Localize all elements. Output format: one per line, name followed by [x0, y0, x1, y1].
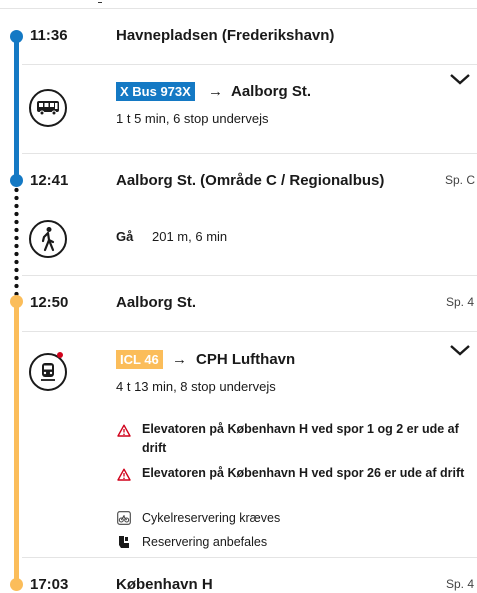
divider: [22, 64, 477, 65]
walk-timeline-dots: [14, 186, 19, 298]
bus-timeline-line: [14, 36, 19, 180]
route-arrow: →: [172, 351, 187, 368]
info-text: Reservering anbefales: [142, 535, 268, 549]
train-destination: CPH Lufthavn: [196, 351, 296, 368]
bicycle-icon: [117, 511, 131, 525]
divider: [22, 331, 477, 332]
train-timeline-line: [14, 300, 19, 583]
seat-reservation-icon: [118, 535, 130, 549]
warning-icon: [117, 468, 131, 481]
top-divider: [0, 8, 477, 9]
stop-dot: [10, 578, 23, 591]
platform-label: Sp. 4: [446, 295, 475, 309]
bus-trip-details: 1 t 5 min, 6 stop undervejs: [116, 111, 269, 126]
chevron-down-icon[interactable]: [449, 342, 471, 358]
bus-line-badge: X Bus 973X: [116, 82, 195, 101]
walk-details: 201 m, 6 min: [152, 229, 228, 244]
train-line-badge: ICL 46: [116, 350, 163, 369]
disruption-indicator: [57, 352, 63, 358]
bus-icon: [29, 89, 67, 127]
warning-icon: [117, 424, 131, 437]
platform-label: Sp. C: [445, 173, 476, 187]
stop-name[interactable]: København H: [116, 576, 213, 593]
stop-name[interactable]: Aalborg St. (Område C / Regionalbus): [116, 172, 384, 189]
departure-time: 12:50: [30, 294, 69, 311]
stop-name[interactable]: Aalborg St.: [116, 294, 196, 311]
service-notice[interactable]: Elevatoren på København H ved spor 26 er…: [142, 464, 472, 483]
train-icon: [29, 353, 67, 391]
platform-label: Sp. 4: [446, 577, 475, 591]
stop-name[interactable]: Havnepladsen (Frederikshavn): [116, 27, 334, 44]
chevron-down-icon[interactable]: [449, 71, 471, 87]
walking-person-icon: [29, 220, 67, 258]
top-mark: [98, 2, 102, 3]
stop-dot: [10, 295, 23, 308]
stop-dot: [10, 174, 23, 187]
service-notice[interactable]: Elevatoren på København H ved spor 1 og …: [142, 420, 472, 458]
info-text: Cykelreservering kræves: [142, 511, 281, 525]
bus-destination: Aalborg St.: [231, 83, 312, 100]
divider: [22, 557, 477, 558]
divider: [22, 275, 477, 276]
arrival-time: 17:03: [30, 576, 69, 593]
departure-time: 11:36: [30, 27, 68, 44]
stop-dot: [10, 30, 23, 43]
walk-label: Gå: [116, 229, 134, 244]
route-arrow: →: [208, 83, 223, 100]
divider: [22, 153, 477, 154]
arrival-time: 12:41: [30, 172, 69, 189]
train-trip-details: 4 t 13 min, 8 stop undervejs: [116, 379, 276, 394]
